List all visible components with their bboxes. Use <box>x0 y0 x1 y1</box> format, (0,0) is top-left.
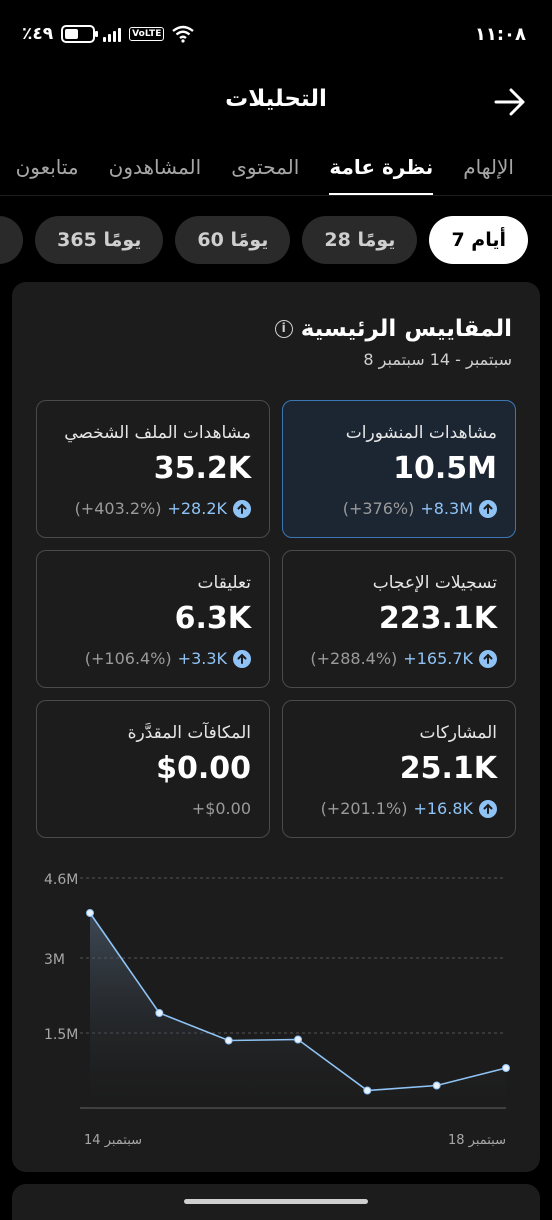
y-tick-label: 1.5M <box>44 1027 78 1043</box>
data-point <box>502 1064 510 1072</box>
metric-percent: (+201.1%) <box>320 799 408 818</box>
chip-60-days[interactable]: 60 يومًا <box>175 216 291 264</box>
tab-viewers[interactable]: المشاهدون <box>109 138 202 195</box>
key-metrics-card: المقاييس الرئيسية i 8 سبتمبر - 14 سبتمبر… <box>12 282 540 1172</box>
metric-label: مشاهدات المنشورات <box>345 423 497 443</box>
arrow-right-icon[interactable] <box>492 84 528 120</box>
chip-365-days[interactable]: 365 يومًا <box>35 216 164 264</box>
arrow-up-circle-icon <box>233 649 251 668</box>
metric-delta: +3.3K <box>177 649 227 668</box>
data-point <box>363 1086 372 1095</box>
metric-percent: (+106.4%) <box>84 649 172 668</box>
metric-percent: (+403.2%) <box>74 499 162 518</box>
metric-tile-post-views[interactable]: مشاهدات المنشورات 10.5M +8.3M (+376%) <box>282 400 516 538</box>
arrow-up-circle-icon <box>233 499 251 518</box>
metric-label: المشاركات <box>419 723 497 743</box>
tab-overview[interactable]: نظرة عامة <box>329 138 433 195</box>
analytics-tabs: الإلهام نظرة عامة المحتوى المشاهدون متاب… <box>0 138 552 196</box>
metric-change: +165.7K (+288.4%) <box>310 649 497 668</box>
tab-content[interactable]: المحتوى <box>231 138 299 195</box>
series-area <box>90 913 506 1108</box>
line-chart: 1.5M 3M 4.6M 14 سبتمبر 18 سبتمبر <box>44 872 510 1148</box>
y-tick-label: 3M <box>44 952 65 968</box>
arrow-up-circle-icon <box>479 649 497 668</box>
metric-label: المكافآت المقدَّرة <box>127 723 251 743</box>
metric-change: +$0.00 <box>192 799 251 818</box>
metric-label: تعليقات <box>197 573 251 593</box>
metrics-heading: المقاييس الرئيسية i <box>274 316 512 342</box>
wifi-icon <box>172 25 195 43</box>
battery-percent: ٪٤٩ <box>22 24 54 44</box>
post-views-chart: 1.5M 3M 4.6M 14 سبتمبر 18 سبتمبر <box>12 854 540 1154</box>
data-point <box>86 909 94 917</box>
battery-fill <box>65 29 78 39</box>
tab-followers[interactable]: متابعون <box>16 138 79 195</box>
tab-inspiration[interactable]: الإلهام <box>463 138 514 195</box>
signal-icon <box>103 26 122 42</box>
metric-percent: (+288.4%) <box>310 649 398 668</box>
chip-28-days[interactable]: 28 يومًا <box>302 216 418 264</box>
metric-percent: +$0.00 <box>191 799 251 818</box>
metric-label: مشاهدات الملف الشخصي <box>64 423 251 443</box>
status-bar: ٪٤٩ VoLTE ١١:٠٨ <box>0 0 552 70</box>
home-indicator[interactable] <box>184 1199 368 1204</box>
metric-delta: +165.7K <box>403 649 473 668</box>
metric-value: 223.1K <box>378 601 497 636</box>
metric-delta: +8.3M <box>420 499 473 518</box>
date-range: 8 سبتمبر - 14 سبتمبر <box>363 350 512 369</box>
metric-tile-likes[interactable]: تسجيلات الإعجاب 223.1K +165.7K (+288.4%) <box>282 550 516 688</box>
metric-delta: +16.8K <box>413 799 473 818</box>
metric-label: تسجيلات الإعجاب <box>372 573 497 593</box>
info-icon[interactable]: i <box>274 320 293 338</box>
data-point <box>432 1081 441 1090</box>
arrow-up-circle-icon <box>479 499 497 518</box>
metric-tile-shares[interactable]: المشاركات 25.1K +16.8K (+201.1%) <box>282 700 516 838</box>
metric-change: +8.3M (+376%) <box>343 499 497 518</box>
metric-tile-estimated-rewards[interactable]: المكافآت المقدَّرة $0.00 +$0.00 <box>36 700 270 838</box>
metric-value: 25.1K <box>399 751 497 786</box>
date-range-chips: 7 أيام 28 يومًا 60 يومًا 365 يومًا مخصص <box>0 216 552 266</box>
volte-badge: VoLTE <box>129 27 165 41</box>
metric-change: +28.2K (+403.2%) <box>75 499 251 518</box>
metric-change: +3.3K (+106.4%) <box>85 649 251 668</box>
clock: ١١:٠٨ <box>474 24 526 45</box>
data-point <box>224 1036 233 1045</box>
metric-value: 35.2K <box>153 451 251 486</box>
metric-change: +16.8K (+201.1%) <box>321 799 497 818</box>
metric-value: 6.3K <box>174 601 251 636</box>
metric-percent: (+376%) <box>342 499 415 518</box>
battery-icon <box>61 25 99 43</box>
data-point <box>155 1009 164 1017</box>
chip-custom[interactable]: مخصص <box>0 216 24 264</box>
arrow-up-circle-icon <box>479 799 497 818</box>
data-point <box>294 1035 302 1044</box>
page-title: التحليلات <box>225 86 327 112</box>
x-tick-label: 14 سبتمبر <box>84 1133 142 1148</box>
y-tick-label: 4.6M <box>44 872 78 888</box>
metric-tile-comments[interactable]: تعليقات 6.3K +3.3K (+106.4%) <box>36 550 270 688</box>
chip-7-days[interactable]: 7 أيام <box>429 216 528 264</box>
metric-tile-profile-views[interactable]: مشاهدات الملف الشخصي 35.2K +28.2K (+403.… <box>36 400 270 538</box>
metrics-title: المقاييس الرئيسية <box>300 316 512 342</box>
status-icons: ٪٤٩ VoLTE <box>22 24 195 44</box>
app-header: التحليلات <box>0 76 552 128</box>
x-tick-label: 18 سبتمبر <box>448 1133 506 1148</box>
metric-value: 10.5M <box>393 451 497 486</box>
metric-delta: +28.2K <box>167 499 227 518</box>
metric-value: $0.00 <box>156 751 251 786</box>
